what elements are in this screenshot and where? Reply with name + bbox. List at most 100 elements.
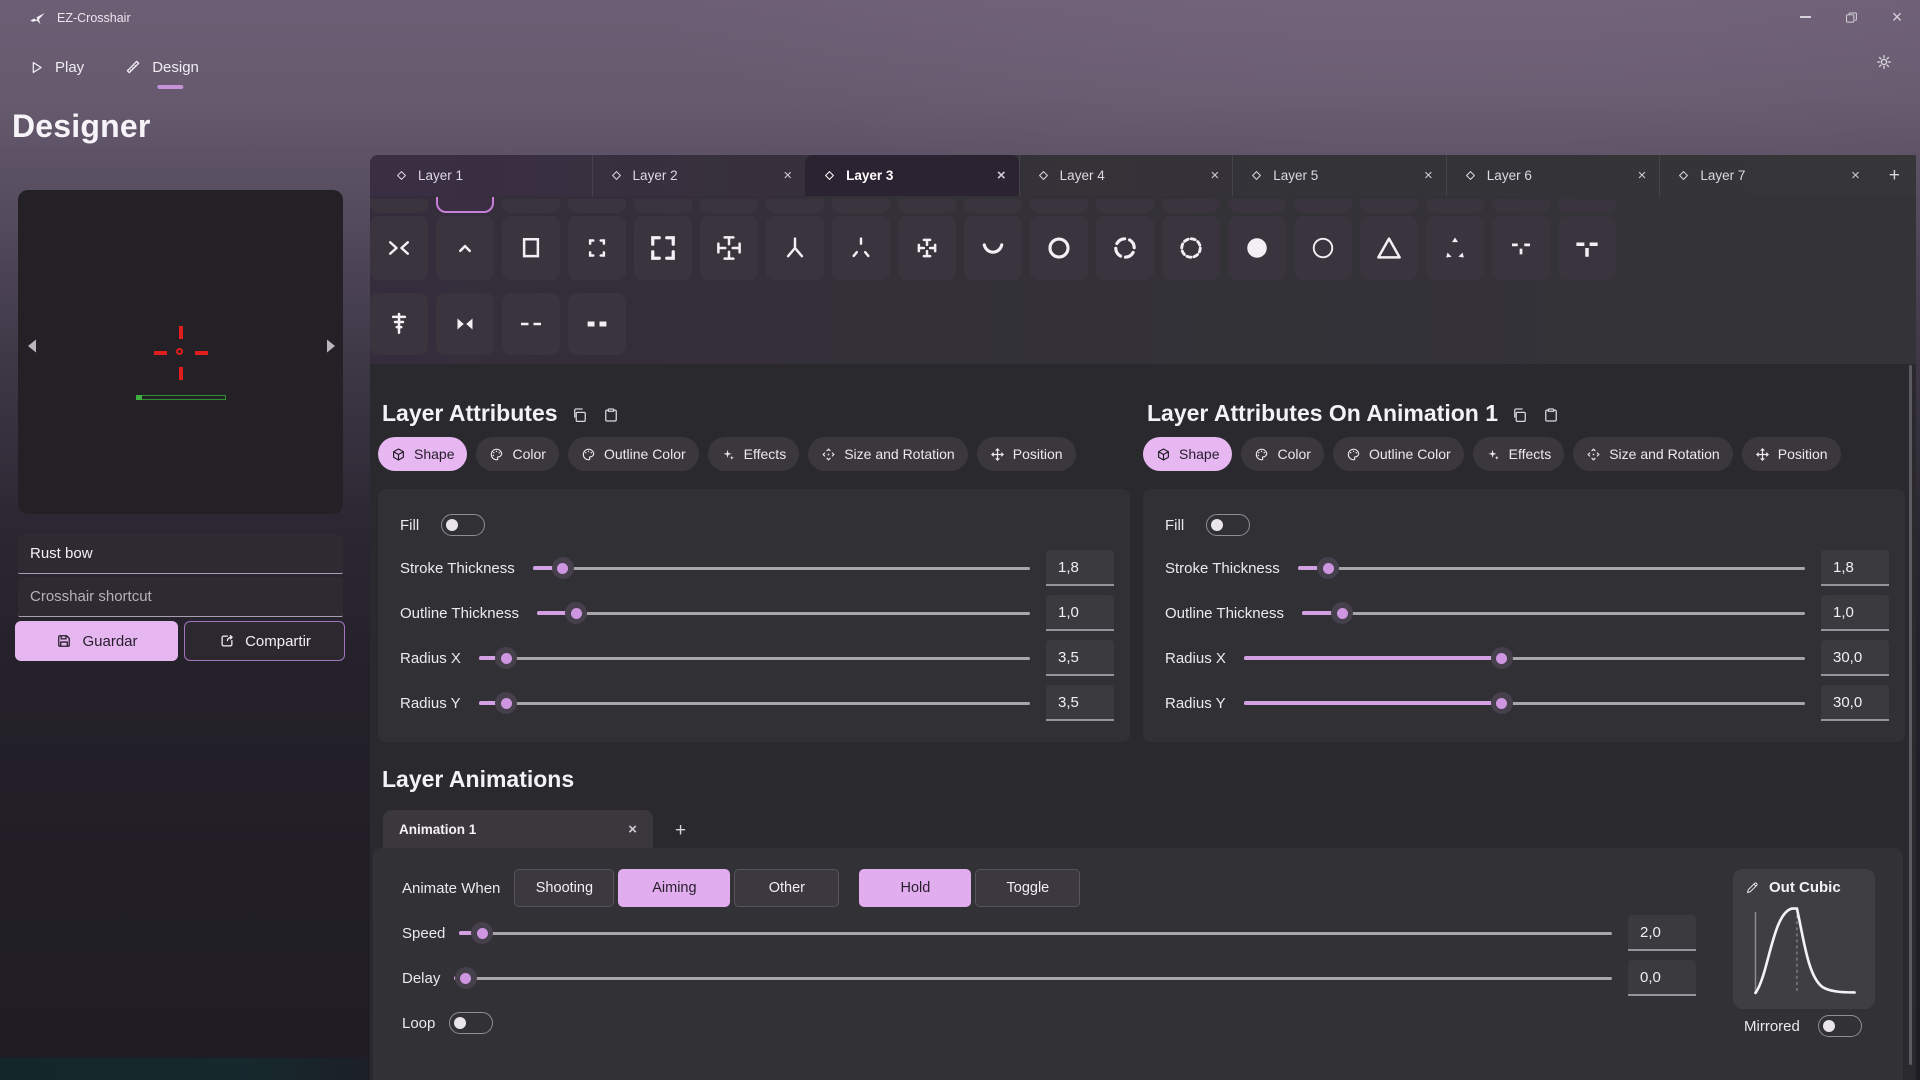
fill-toggle[interactable] (441, 514, 485, 536)
slider-knob[interactable] (495, 647, 517, 669)
tab-effects-anim[interactable]: Effects (1473, 437, 1565, 471)
tab-outline-color[interactable]: Outline Color (568, 437, 699, 471)
layer-tab-7[interactable]: Layer 7× (1659, 155, 1873, 196)
trigger-other[interactable]: Other (734, 869, 839, 907)
animation-tab-1[interactable]: Animation 1 × (383, 810, 653, 848)
nav-play[interactable]: Play (28, 59, 84, 76)
add-animation-button[interactable]: + (667, 820, 694, 848)
close-tab-icon[interactable]: × (1851, 167, 1860, 184)
tab-size-and-rotation[interactable]: Size and Rotation (808, 437, 968, 471)
shape-dashes-tick-bold[interactable] (1558, 216, 1616, 280)
nav-design[interactable]: Design (124, 58, 199, 76)
vertical-scrollbar[interactable] (1909, 365, 1912, 1065)
minimize-button[interactable] (1782, 0, 1828, 34)
speed-value[interactable]: 2,0 (1628, 915, 1696, 951)
shape-button-partial[interactable] (766, 199, 824, 213)
shape-button-partial[interactable] (1360, 199, 1418, 213)
stroke-thickness-slider-anim[interactable] (1298, 557, 1805, 579)
add-layer-button[interactable]: + (1873, 155, 1916, 196)
chevron-left-icon[interactable] (26, 338, 38, 354)
radius-x-value-anim[interactable]: 30,0 (1821, 640, 1889, 676)
chevron-right-icon[interactable] (325, 338, 337, 354)
stroke-thickness-value[interactable]: 1,8 (1046, 550, 1114, 586)
tab-effects[interactable]: Effects (708, 437, 800, 471)
tab-color-anim[interactable]: Color (1241, 437, 1323, 471)
layer-tab-6[interactable]: Layer 6× (1446, 155, 1660, 196)
crosshair-shortcut-input[interactable]: Crosshair shortcut (18, 577, 343, 617)
paste-icon[interactable] (602, 406, 620, 424)
layer-tab-4[interactable]: Layer 4× (1019, 155, 1233, 196)
shape-chevron-up[interactable] (436, 216, 494, 280)
close-tab-icon[interactable]: × (1424, 167, 1433, 184)
mirrored-toggle[interactable] (1818, 1015, 1862, 1037)
tab-size-and-rotation-anim[interactable]: Size and Rotation (1573, 437, 1733, 471)
slider-knob[interactable] (455, 967, 477, 989)
radius-x-slider-anim[interactable] (1244, 647, 1805, 669)
stroke-thickness-value-anim[interactable]: 1,8 (1821, 550, 1889, 586)
radius-x-value[interactable]: 3,5 (1046, 640, 1114, 676)
radius-y-value-anim[interactable]: 30,0 (1821, 685, 1889, 721)
shape-circle-thin[interactable] (1294, 216, 1352, 280)
shape-corners-small[interactable] (568, 216, 626, 280)
shape-circle-dotted[interactable] (1162, 216, 1220, 280)
radius-y-slider-anim[interactable] (1244, 692, 1805, 714)
shape-button-partial[interactable] (1492, 199, 1550, 213)
layer-tab-3-active[interactable]: Layer 3× (805, 155, 1019, 196)
shape-button-partial[interactable] (502, 199, 560, 213)
outline-thickness-value-anim[interactable]: 1,0 (1821, 595, 1889, 631)
shape-triangle-arrowheads[interactable] (1426, 216, 1484, 280)
tab-outline-color-anim[interactable]: Outline Color (1333, 437, 1464, 471)
slider-knob[interactable] (471, 922, 493, 944)
maximize-button[interactable] (1828, 0, 1874, 34)
delay-slider[interactable] (454, 967, 1612, 989)
copy-icon[interactable] (1511, 406, 1529, 424)
mode-hold[interactable]: Hold (859, 869, 971, 907)
shape-triangle[interactable] (1360, 216, 1418, 280)
tab-color[interactable]: Color (476, 437, 558, 471)
copy-icon[interactable] (571, 406, 589, 424)
paste-icon[interactable] (1542, 406, 1560, 424)
layer-tab-5[interactable]: Layer 5× (1232, 155, 1446, 196)
shape-button-partial[interactable] (634, 199, 692, 213)
trigger-aiming[interactable]: Aiming (618, 869, 730, 907)
shape-button-partial[interactable] (1096, 199, 1154, 213)
tab-position-anim[interactable]: Position (1742, 437, 1841, 471)
slider-knob[interactable] (565, 602, 587, 624)
slider-knob[interactable] (1491, 692, 1513, 714)
shape-circle-dashed[interactable] (1096, 216, 1154, 280)
shape-button-partial-selected[interactable] (436, 197, 494, 213)
close-tab-icon[interactable]: × (783, 167, 792, 184)
shape-button-partial[interactable] (1558, 199, 1616, 213)
shape-t-cross-small[interactable] (898, 216, 956, 280)
shape-y-shape[interactable] (766, 216, 824, 280)
shape-y-shape-dashed[interactable] (832, 216, 890, 280)
shape-square[interactable] (502, 216, 560, 280)
save-button[interactable]: Guardar (15, 621, 178, 661)
tab-position[interactable]: Position (977, 437, 1076, 471)
outline-thickness-value[interactable]: 1,0 (1046, 595, 1114, 631)
mode-toggle[interactable]: Toggle (975, 869, 1080, 907)
shape-circle-filled[interactable] (1228, 216, 1286, 280)
radius-y-slider[interactable] (479, 692, 1030, 714)
radius-y-value[interactable]: 3,5 (1046, 685, 1114, 721)
shape-button-partial[interactable] (700, 199, 758, 213)
shape-dash-pair-bold[interactable] (568, 293, 626, 355)
shape-button-partial[interactable] (568, 199, 626, 213)
fill-toggle-anim[interactable] (1206, 514, 1250, 536)
shape-button-partial[interactable] (1294, 199, 1352, 213)
shape-triangles-inward[interactable] (436, 293, 494, 355)
delay-value[interactable]: 0,0 (1628, 960, 1696, 996)
shape-button-partial[interactable] (1228, 199, 1286, 213)
slider-knob[interactable] (552, 557, 574, 579)
shape-chevrons-inward-h[interactable] (370, 216, 428, 280)
shape-t-cross[interactable] (700, 216, 758, 280)
crosshair-name-input[interactable]: Rust bow (18, 534, 343, 574)
slider-knob[interactable] (1317, 557, 1339, 579)
shape-button-partial[interactable] (1426, 199, 1484, 213)
shape-dash-pair-thin[interactable] (502, 293, 560, 355)
gear-icon[interactable] (1874, 52, 1894, 72)
close-tab-icon[interactable]: × (1638, 167, 1647, 184)
close-tab-icon[interactable]: × (997, 167, 1006, 184)
close-animation-icon[interactable]: × (628, 821, 637, 838)
shape-button-partial[interactable] (898, 199, 956, 213)
